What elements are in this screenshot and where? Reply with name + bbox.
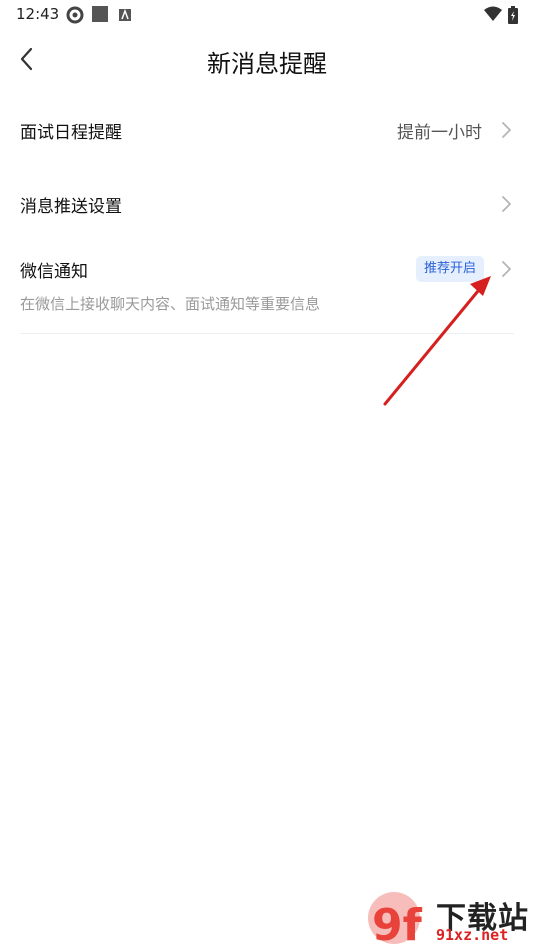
watermark-domain: 91xz.net	[436, 926, 509, 944]
wechat-notification-label: 微信通知	[20, 262, 88, 282]
recommend-badge: 推荐开启	[415, 256, 484, 282]
status-bar: 12:43	[0, 0, 534, 28]
watermark-logo-text: 9f	[372, 900, 423, 950]
wechat-notification-row[interactable]: 微信通知 推荐开启 在微信上接收聊天内容、面试通知等重要信息	[20, 256, 514, 318]
divider	[20, 333, 514, 334]
chevron-right-icon	[502, 196, 511, 212]
push-settings-row[interactable]: 消息推送设置	[20, 189, 514, 219]
settings-gear-status-icon	[66, 6, 84, 28]
interview-reminder-row[interactable]: 面试日程提醒 提前一小时	[20, 115, 514, 145]
chevron-right-icon	[502, 261, 511, 277]
header: 新消息提醒	[0, 36, 534, 84]
chevron-right-icon	[502, 122, 511, 138]
status-time: 12:43	[16, 5, 60, 23]
page-title: 新消息提醒	[207, 50, 327, 78]
interview-reminder-label: 面试日程提醒	[20, 123, 122, 143]
wifi-icon	[484, 6, 502, 26]
app-status-icon	[92, 6, 108, 26]
wechat-notification-description: 在微信上接收聊天内容、面试通知等重要信息	[20, 295, 321, 313]
interview-reminder-value: 提前一小时	[397, 123, 482, 143]
a-status-icon	[119, 6, 131, 25]
battery-icon	[508, 6, 518, 28]
push-settings-label: 消息推送设置	[20, 197, 122, 217]
